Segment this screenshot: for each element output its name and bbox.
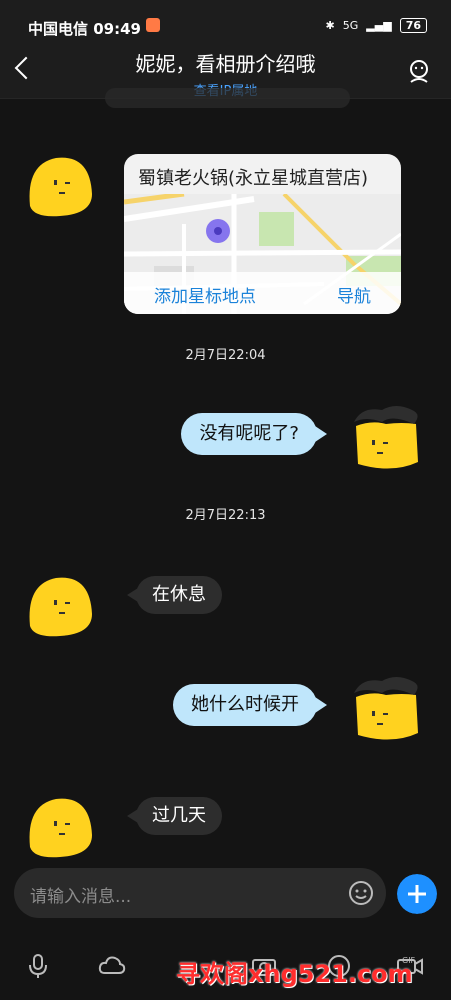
network-label: 5G (342, 19, 359, 32)
message-bubble-received[interactable]: 在休息 (127, 576, 222, 614)
message-bubble-sent[interactable]: 没有呢呢了? (181, 413, 327, 455)
emoji-icon[interactable] (348, 880, 374, 906)
add-star-location-button[interactable]: 添加星标地点 (154, 282, 256, 307)
microphone-icon[interactable] (24, 952, 52, 980)
battery-level: 76 (399, 18, 427, 33)
status-indicators: ✱ 5G ▂▄▆ 76 (326, 18, 427, 33)
contact-avatar[interactable] (24, 570, 94, 640)
message-input-placeholder: 请输入消息... (30, 887, 132, 907)
previous-message-clipped (105, 88, 350, 108)
contact-avatar[interactable] (24, 150, 94, 220)
signal-icon: ▂▄▆ (366, 19, 392, 32)
location-name: 蜀镇老火锅(永立星城直营店) (138, 168, 369, 189)
message-bubble-received[interactable]: 过几天 (127, 797, 222, 835)
plus-icon[interactable] (397, 874, 437, 914)
user-avatar[interactable] (352, 675, 422, 745)
profile-icon[interactable] (407, 58, 431, 84)
timestamp: 2月7日22:13 (185, 508, 266, 523)
watermark: 寻欢阁xhg521.com (176, 960, 413, 988)
location-card[interactable]: 蜀镇老火锅(永立星城直营店) 添加星标地点 导航 (124, 154, 401, 314)
carrier-time: 中国电信 09:49 (28, 20, 141, 38)
cloud-icon[interactable] (98, 952, 126, 980)
message-input[interactable]: 请输入消息... (14, 868, 386, 918)
bluetooth-icon: ✱ (325, 19, 335, 32)
timestamp: 2月7日22:04 (185, 348, 266, 363)
chat-title: 妮妮，看相册介绍哦 (135, 52, 316, 76)
app-notification-icon (146, 18, 160, 32)
message-bubble-sent[interactable]: 她什么时候开 (173, 684, 327, 726)
navigate-button[interactable]: 导航 (337, 282, 371, 307)
user-avatar[interactable] (352, 404, 422, 474)
contact-avatar[interactable] (24, 791, 94, 861)
